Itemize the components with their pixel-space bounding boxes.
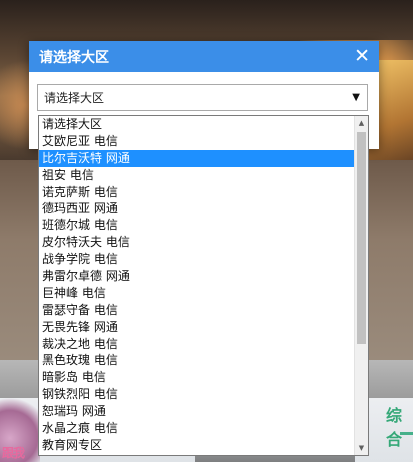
dropdown-option[interactable]: 恕瑞玛 网通	[39, 403, 355, 420]
dropdown-option[interactable]: 无畏先锋 网通	[39, 319, 355, 336]
dialog-title: 请选择大区	[39, 49, 109, 66]
dropdown-option[interactable]: 比尔吉沃特 网通	[39, 149, 355, 167]
scrollbar-thumb[interactable]	[357, 132, 366, 344]
dropdown-option[interactable]: 裁决之地 电信	[39, 336, 355, 353]
dropdown-option[interactable]: 诺克萨斯 电信	[39, 184, 355, 201]
background-pink-text: 跟我	[2, 446, 25, 460]
dropdown-option[interactable]: 暗影岛 电信	[39, 369, 355, 386]
background-accent-line	[400, 432, 413, 435]
dropdown-option[interactable]: 钢铁烈阳 电信	[39, 386, 355, 403]
region-dropdown-list[interactable]: 请选择大区 艾欧尼亚 电信 比尔吉沃特 网通 祖安 电信 诺克萨斯 电信 德玛西亚 网通班…	[38, 115, 369, 456]
dropdown-option[interactable]: 祖安 电信	[39, 167, 355, 184]
region-options: 请选择大区 艾欧尼亚 电信 比尔吉沃特 网通 祖安 电信 诺克萨斯 电信 德玛西亚 网通班…	[39, 116, 355, 454]
dropdown-option[interactable]: 德玛西亚 网通	[39, 200, 355, 217]
dropdown-scrollbar[interactable]: ▲ ▼	[354, 116, 368, 455]
dropdown-option[interactable]: 雷瑟守备 电信	[39, 302, 355, 319]
dropdown-option[interactable]: 水晶之痕 电信	[39, 420, 355, 437]
dropdown-option[interactable]: 黑色玫瑰 电信	[39, 352, 355, 369]
dropdown-option[interactable]: 艾欧尼亚 电信	[39, 133, 355, 150]
scroll-down-icon[interactable]: ▼	[355, 441, 368, 455]
dropdown-option[interactable]: 弗雷尔卓德 网通	[39, 268, 355, 285]
dropdown-option[interactable]: 战争学院 电信	[39, 251, 355, 268]
region-select[interactable]: 请选择大区 ▼	[37, 84, 368, 111]
region-select-value: 请选择大区	[44, 91, 105, 105]
dropdown-option[interactable]: 巨神峰 电信	[39, 285, 355, 302]
background-green-text: 综合	[386, 406, 403, 449]
dialog-header: 请选择大区 ✕	[29, 41, 379, 72]
dropdown-option[interactable]: 教育网专区	[39, 437, 355, 454]
close-icon[interactable]: ✕	[354, 47, 370, 66]
chevron-down-icon: ▼	[352, 92, 360, 103]
dropdown-option[interactable]: 请选择大区	[39, 116, 355, 133]
scroll-up-icon[interactable]: ▲	[355, 116, 368, 130]
dropdown-option[interactable]: 班德尔城 电信	[39, 217, 355, 234]
dropdown-option[interactable]: 皮尔特沃夫 电信	[39, 234, 355, 251]
